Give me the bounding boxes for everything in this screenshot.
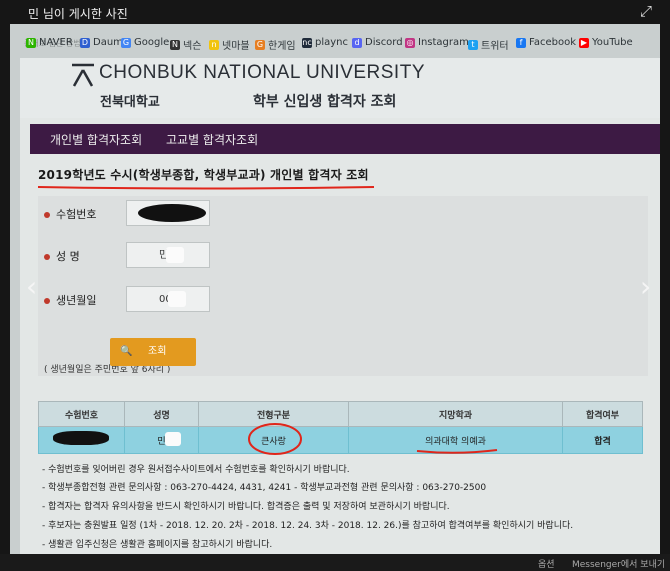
instagram-icon: ◎ bbox=[405, 37, 415, 48]
bookmark-nexon[interactable]: N 넥슨 bbox=[170, 37, 201, 52]
send-in-messenger-link[interactable]: Messenger에서 보내기 bbox=[572, 557, 665, 570]
bookmark-plaync[interactable]: nc plaync bbox=[302, 37, 348, 48]
bookmark-discord[interactable]: d Discord bbox=[352, 37, 403, 48]
bookmark-instagram[interactable]: ◎ Instagram bbox=[405, 37, 469, 48]
nav-bar: 개인별 합격자조회 고교별 합격자조회 bbox=[30, 124, 660, 154]
bullet-icon bbox=[44, 212, 50, 218]
youtube-icon: ▶ bbox=[579, 37, 589, 48]
cell-admission-type: 큰사랑 bbox=[198, 423, 349, 455]
bookmark-netmarble[interactable]: n 넷마블 bbox=[209, 37, 250, 52]
redaction-mark bbox=[53, 431, 109, 445]
photo-title: 민 님이 게시한 사진 bbox=[28, 7, 128, 21]
bullet-icon bbox=[44, 254, 50, 260]
nexon-icon: N bbox=[170, 39, 180, 50]
cell-exam-number bbox=[38, 426, 125, 454]
google-icon: G bbox=[121, 37, 131, 48]
header-department: 지망학과 bbox=[348, 401, 563, 427]
photo: 중개로 접근 방법 N NAVER D Daum G Google N 넥슨 n 넷마블 … bbox=[10, 24, 660, 554]
bookmarks-bar: 중개로 접근 방법 N NAVER D Daum G Google N 넥슨 n 넷마블 … bbox=[10, 34, 660, 54]
note-item: - 수험번호를 잊어버린 경우 원서접수사이트에서 수험번호를 확인하시기 바랍… bbox=[42, 465, 350, 475]
university-name-ko: 전북대학교 bbox=[100, 95, 160, 110]
bookmark-daum[interactable]: D Daum bbox=[80, 37, 123, 48]
bookmark-naver[interactable]: N NAVER bbox=[26, 37, 73, 48]
facebook-icon: f bbox=[516, 37, 526, 48]
plaync-icon: nc bbox=[302, 37, 312, 48]
university-name-en: CHONBUK NATIONAL UNIVERSITY bbox=[99, 62, 425, 83]
red-underline-mark bbox=[37, 186, 375, 190]
netmarble-icon: n bbox=[209, 39, 219, 50]
results-page: CHONBUK NATIONAL UNIVERSITY 전북대학교 학부 신입생… bbox=[20, 58, 660, 554]
blur-mark bbox=[166, 247, 184, 263]
header-exam-number: 수험번호 bbox=[38, 401, 125, 427]
photo-viewer-footer: 옵션 Messenger에서 보내기 bbox=[0, 554, 670, 571]
header-result: 합격여부 bbox=[562, 401, 643, 427]
search-icon: 🔍 bbox=[120, 346, 133, 357]
bullet-icon bbox=[44, 298, 50, 304]
bookmark-hangame[interactable]: G 한게임 bbox=[255, 37, 296, 52]
chevron-right-icon[interactable]: › bbox=[640, 270, 651, 303]
cell-name: 민 bbox=[124, 426, 199, 454]
tab-school-results[interactable]: 고교별 합격자조회 bbox=[166, 131, 258, 148]
bookmark-twitter[interactable]: t 트위터 bbox=[468, 37, 509, 52]
header-name: 성명 bbox=[124, 401, 199, 427]
bookmark-facebook[interactable]: f Facebook bbox=[516, 37, 576, 48]
note-item: - 후보자는 충원발표 일정 (1차 - 2018. 12. 20. 2차 - … bbox=[42, 521, 574, 531]
search-button[interactable]: 🔍 조회 bbox=[110, 338, 196, 366]
bookmark-youtube[interactable]: ▶ YouTube bbox=[579, 37, 633, 48]
chevron-left-icon[interactable]: ‹ bbox=[26, 270, 37, 303]
note-item: - 합격자는 합격자 유의사항을 반드시 확인하시기 바랍니다. 합격증은 출력… bbox=[42, 502, 450, 512]
birth-date-label: 생년월일 bbox=[44, 292, 96, 308]
cell-result: 합격 bbox=[562, 426, 643, 454]
note-item: - 생활관 입주신청은 생활관 홈페이지를 참고하시기 바랍니다. bbox=[42, 540, 273, 550]
exam-number-label: 수험번호 bbox=[44, 206, 96, 222]
results-table: 수험번호 성명 전형구분 지망학과 합격여부 민 큰사랑 의과대학 의예과 합격 bbox=[38, 401, 643, 455]
daum-icon: D bbox=[80, 37, 90, 48]
site-header: CHONBUK NATIONAL UNIVERSITY 전북대학교 학부 신입생… bbox=[20, 58, 660, 118]
photo-viewer-header: 민 님이 게시한 사진 ⤢ bbox=[0, 0, 670, 24]
red-underline-mark bbox=[416, 449, 498, 454]
blur-mark bbox=[165, 432, 181, 446]
redaction-mark bbox=[138, 204, 206, 222]
page-heading: 학부 신입생 합격자 조회 bbox=[253, 94, 397, 110]
blur-mark bbox=[168, 291, 186, 307]
tab-individual-results[interactable]: 개인별 합격자조회 bbox=[50, 131, 142, 148]
section-title: 2019학년도 수시(학생부종합, 학생부교과) 개인별 합격자 조회 bbox=[38, 168, 369, 182]
name-label: 성 명 bbox=[44, 248, 80, 264]
cell-department: 의과대학 의예과 bbox=[348, 426, 563, 454]
naver-icon: N bbox=[26, 37, 36, 48]
hangame-icon: G bbox=[255, 39, 265, 50]
discord-icon: d bbox=[352, 37, 362, 48]
options-link[interactable]: 옵션 bbox=[538, 557, 555, 570]
twitter-icon: t bbox=[468, 39, 478, 50]
table-row: 민 큰사랑 의과대학 의예과 합격 bbox=[38, 423, 643, 455]
bookmark-google[interactable]: G Google bbox=[121, 37, 169, 48]
note-item: - 학생부종합전형 관련 문의사항 : 063-270-4424, 4431, … bbox=[42, 483, 487, 493]
expand-icon[interactable]: ⤢ bbox=[640, 2, 652, 20]
university-logo-icon bbox=[72, 63, 94, 87]
red-circle-mark bbox=[248, 423, 302, 455]
